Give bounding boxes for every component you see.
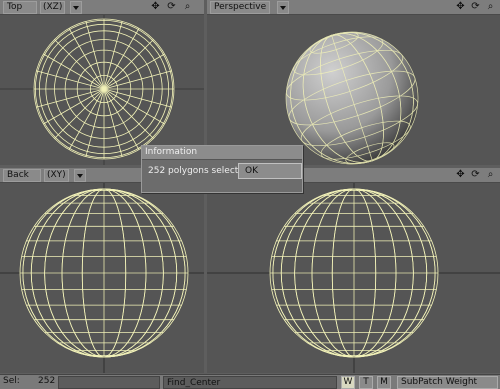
- morph-mode-button[interactable]: M: [377, 376, 391, 389]
- top-view-sphere: [0, 15, 204, 165]
- view-axis-select[interactable]: (XZ): [40, 1, 66, 14]
- info-field: [58, 376, 160, 389]
- zoom-view-icon[interactable]: ⌕: [485, 169, 496, 180]
- zoom-view-icon[interactable]: ⌕: [182, 1, 193, 12]
- view-dropdown[interactable]: [74, 169, 86, 182]
- viewport-title[interactable]: Perspective: [210, 1, 270, 14]
- vertex-map-select[interactable]: SubPatch Weight: [397, 376, 498, 389]
- selection-label: Sel:: [3, 376, 20, 386]
- view-dropdown[interactable]: [277, 1, 289, 14]
- weight-mode-button[interactable]: W: [341, 376, 355, 389]
- selection-count: 252: [38, 376, 56, 386]
- viewport-top[interactable]: Top (XZ) ✥ ⟳ ⌕: [0, 0, 204, 165]
- move-view-icon[interactable]: ✥: [455, 169, 466, 180]
- view-axis-select[interactable]: (XY): [44, 169, 69, 182]
- ok-button[interactable]: OK: [238, 163, 302, 179]
- zoom-view-icon[interactable]: ⌕: [485, 1, 496, 12]
- side-view-sphere: [207, 183, 500, 373]
- move-view-icon[interactable]: ✥: [455, 1, 466, 12]
- rotate-view-icon[interactable]: ⟳: [470, 1, 481, 12]
- viewport-perspective[interactable]: Perspective ✥ ⟳ ⌕: [207, 0, 500, 165]
- perspective-sphere: [285, 31, 419, 165]
- information-dialog: Information 252 polygons selected OK: [141, 145, 303, 193]
- dialog-message: 252 polygons selected: [148, 166, 250, 176]
- rotate-view-icon[interactable]: ⟳: [166, 1, 177, 12]
- viewport-title[interactable]: Back: [3, 169, 41, 182]
- status-bar: Sel: 252 Find_Center W T M SubPatch Weig…: [0, 374, 500, 389]
- texture-mode-button[interactable]: T: [359, 376, 373, 389]
- view-dropdown[interactable]: [70, 1, 82, 14]
- command-field: Find_Center: [163, 376, 337, 389]
- dialog-title: Information: [142, 146, 302, 160]
- rotate-view-icon[interactable]: ⟳: [470, 169, 481, 180]
- viewport-top-toolbar: Top (XZ) ✥ ⟳ ⌕: [0, 0, 204, 15]
- viewport-side[interactable]: ✥ ⟳ ⌕: [207, 168, 500, 373]
- move-view-icon[interactable]: ✥: [150, 1, 161, 12]
- viewport-back[interactable]: Back (XY): [0, 168, 204, 373]
- viewport-perspective-toolbar: Perspective ✥ ⟳ ⌕: [207, 0, 500, 15]
- command-text: Find_Center: [167, 378, 221, 388]
- back-view-sphere: [0, 183, 204, 373]
- viewport-title[interactable]: Top: [3, 1, 37, 14]
